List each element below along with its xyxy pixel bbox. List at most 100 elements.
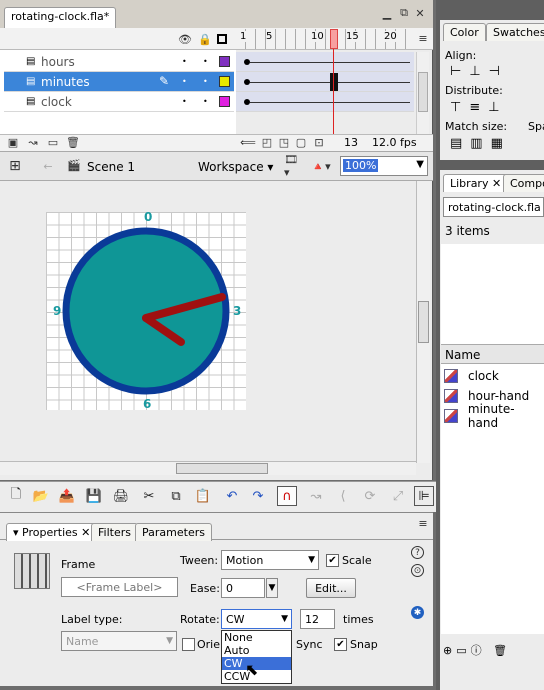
document-tab[interactable]: rotating-clock.fla* xyxy=(4,7,117,28)
stage-hscroll[interactable] xyxy=(0,461,416,475)
timeline-vscroll[interactable] xyxy=(416,52,429,134)
frames-minutes[interactable] xyxy=(236,72,414,92)
edit-symbols-icon[interactable]: 🎞▾ xyxy=(284,153,302,179)
scroll-thumb[interactable] xyxy=(176,463,268,474)
onion-outline-icon[interactable]: ◳ xyxy=(277,135,291,149)
name-column-header[interactable]: Name xyxy=(441,344,544,364)
visibility-dot[interactable]: • xyxy=(182,57,187,66)
redo-icon[interactable]: ↷ xyxy=(248,486,268,506)
orient-checkbox[interactable] xyxy=(182,638,195,651)
snap-checkbox[interactable]: ✔ xyxy=(334,638,347,651)
stage-canvas[interactable] xyxy=(46,212,246,410)
tab-components[interactable]: Compo xyxy=(503,174,544,192)
rotate-select[interactable]: CW ▼ xyxy=(221,609,292,629)
layer-hours[interactable]: ▤ hours • • xyxy=(4,52,234,72)
help-icon[interactable]: ? xyxy=(411,546,424,559)
insert-folder-icon[interactable]: ▭ xyxy=(46,135,60,149)
outline-icon[interactable] xyxy=(217,34,227,44)
ease-dropdown[interactable]: ▼ xyxy=(266,578,278,598)
restore-icon[interactable]: ⧉ xyxy=(398,6,410,19)
scene-name[interactable]: Scene 1 xyxy=(87,160,135,174)
scale-checkbox[interactable]: ✔ xyxy=(326,554,339,567)
ease-input[interactable]: 0 xyxy=(221,578,265,598)
layer-clock[interactable]: ▤ clock • • xyxy=(4,92,234,112)
tab-color[interactable]: Color xyxy=(443,23,486,41)
accessibility-icon[interactable]: ✱ xyxy=(411,606,424,619)
tab-library[interactable]: Library ✕ xyxy=(443,174,509,192)
align-icons[interactable]: ⊢⊥⊣ xyxy=(450,64,508,79)
eye-icon[interactable]: 👁 xyxy=(178,32,192,46)
center-frame-icon[interactable]: ⟸ xyxy=(240,135,256,149)
back-arrow-icon[interactable]: ← xyxy=(40,158,56,174)
workspace-menu[interactable]: Workspace ▾ xyxy=(198,160,273,174)
stage-vscroll[interactable] xyxy=(416,181,430,463)
open-remote-icon[interactable]: 📤 xyxy=(57,486,77,506)
outline-swatch[interactable] xyxy=(219,96,230,107)
edit-multiple-icon[interactable]: ▢ xyxy=(294,135,308,149)
save-icon[interactable]: 💾 xyxy=(84,486,104,506)
clock-face xyxy=(62,227,230,395)
insert-layer-icon[interactable]: ▣ xyxy=(6,135,20,149)
library-file-select[interactable]: rotating-clock.fla xyxy=(443,197,544,217)
label-type-select[interactable]: Name ▼ xyxy=(61,631,177,651)
frames-hours[interactable] xyxy=(236,52,414,72)
library-file: rotating-clock.fla xyxy=(448,200,541,214)
paste-icon[interactable]: 📋 xyxy=(193,486,213,506)
rotate-skew-icon[interactable]: ⟳ xyxy=(360,486,380,506)
tab-parameters[interactable]: Parameters xyxy=(135,523,212,541)
outline-swatch[interactable] xyxy=(219,76,230,87)
snap-magnet-icon[interactable]: ∩ xyxy=(277,486,297,506)
visibility-dot[interactable]: • xyxy=(182,77,187,86)
minimize-icon[interactable]: ▁ xyxy=(381,7,393,20)
distribute-icons[interactable]: ⊤≡⊥ xyxy=(450,100,508,115)
smooth-icon[interactable]: ↝ xyxy=(306,486,326,506)
rotate-label: Rotate: xyxy=(180,613,220,626)
rotate-option[interactable]: None xyxy=(222,631,291,644)
lock-icon[interactable]: 🔒 xyxy=(198,32,212,46)
edit-button[interactable]: Edit... xyxy=(306,578,356,598)
scale-icon[interactable]: ⤢ xyxy=(388,486,408,506)
add-guide-icon[interactable]: ↝ xyxy=(26,135,40,149)
delete-layer-icon[interactable]: 🗑 xyxy=(66,135,80,149)
zoom-select[interactable]: 100% ▼ xyxy=(340,156,428,176)
straighten-icon[interactable]: ⟨ xyxy=(333,486,353,506)
frame-label-input[interactable] xyxy=(61,577,178,597)
tab-filters[interactable]: Filters xyxy=(91,523,138,541)
onion-skin-icon[interactable]: ◰ xyxy=(260,135,274,149)
timeline-menu-icon[interactable]: ≡ xyxy=(417,31,429,45)
tab-properties[interactable]: ▾ Properties ✕ xyxy=(6,523,98,541)
visibility-dot[interactable]: • xyxy=(182,97,187,106)
open-folder-icon[interactable]: 📂 xyxy=(31,486,51,506)
outline-swatch[interactable] xyxy=(219,56,230,67)
scroll-thumb[interactable] xyxy=(418,301,429,343)
tab-label: Filters xyxy=(98,526,131,539)
lock-dot[interactable]: • xyxy=(203,97,208,106)
lock-dot[interactable]: • xyxy=(203,57,208,66)
new-file-icon[interactable]: 🗋 xyxy=(6,486,26,506)
edit-properties-icon[interactable]: ⊙ xyxy=(411,564,424,577)
tab-swatches[interactable]: Swatches xyxy=(486,23,544,41)
clock-graphic[interactable] xyxy=(46,212,246,410)
match-size-icons[interactable]: ▤▥▦ xyxy=(450,136,511,151)
timeline-toggle-icon[interactable]: ⊞ xyxy=(6,158,24,174)
lock-dot[interactable]: • xyxy=(203,77,208,86)
times-input[interactable]: 12 xyxy=(300,609,335,629)
copy-icon[interactable]: ⧉ xyxy=(166,486,186,506)
edit-scene-icon[interactable]: 🔺▾ xyxy=(311,157,330,175)
onion-markers-icon[interactable]: ⊡ xyxy=(312,135,326,149)
print-icon[interactable]: 🖨 xyxy=(111,486,131,506)
chevron-down-icon: ▼ xyxy=(416,159,424,170)
align-panel-icon[interactable]: ⊫ xyxy=(414,486,434,506)
library-item-clock[interactable]: clock xyxy=(441,366,544,386)
layer-minutes[interactable]: ▤ minutes ✎ • • xyxy=(4,72,234,92)
undo-icon[interactable]: ↶ xyxy=(222,486,242,506)
panel-menu-icon[interactable]: ≡ xyxy=(417,517,429,530)
library-item-minute-hand[interactable]: minute-hand xyxy=(441,402,544,430)
playhead[interactable] xyxy=(330,29,338,49)
rotate-option[interactable]: Auto xyxy=(222,644,291,657)
close-icon[interactable]: ✕ xyxy=(414,7,426,20)
frames-clock[interactable] xyxy=(236,92,414,112)
cut-icon[interactable]: ✂ xyxy=(139,486,159,506)
frame-ruler[interactable]: 1 5 10 15 20 xyxy=(236,29,414,49)
tween-select[interactable]: Motion ▼ xyxy=(221,550,319,570)
